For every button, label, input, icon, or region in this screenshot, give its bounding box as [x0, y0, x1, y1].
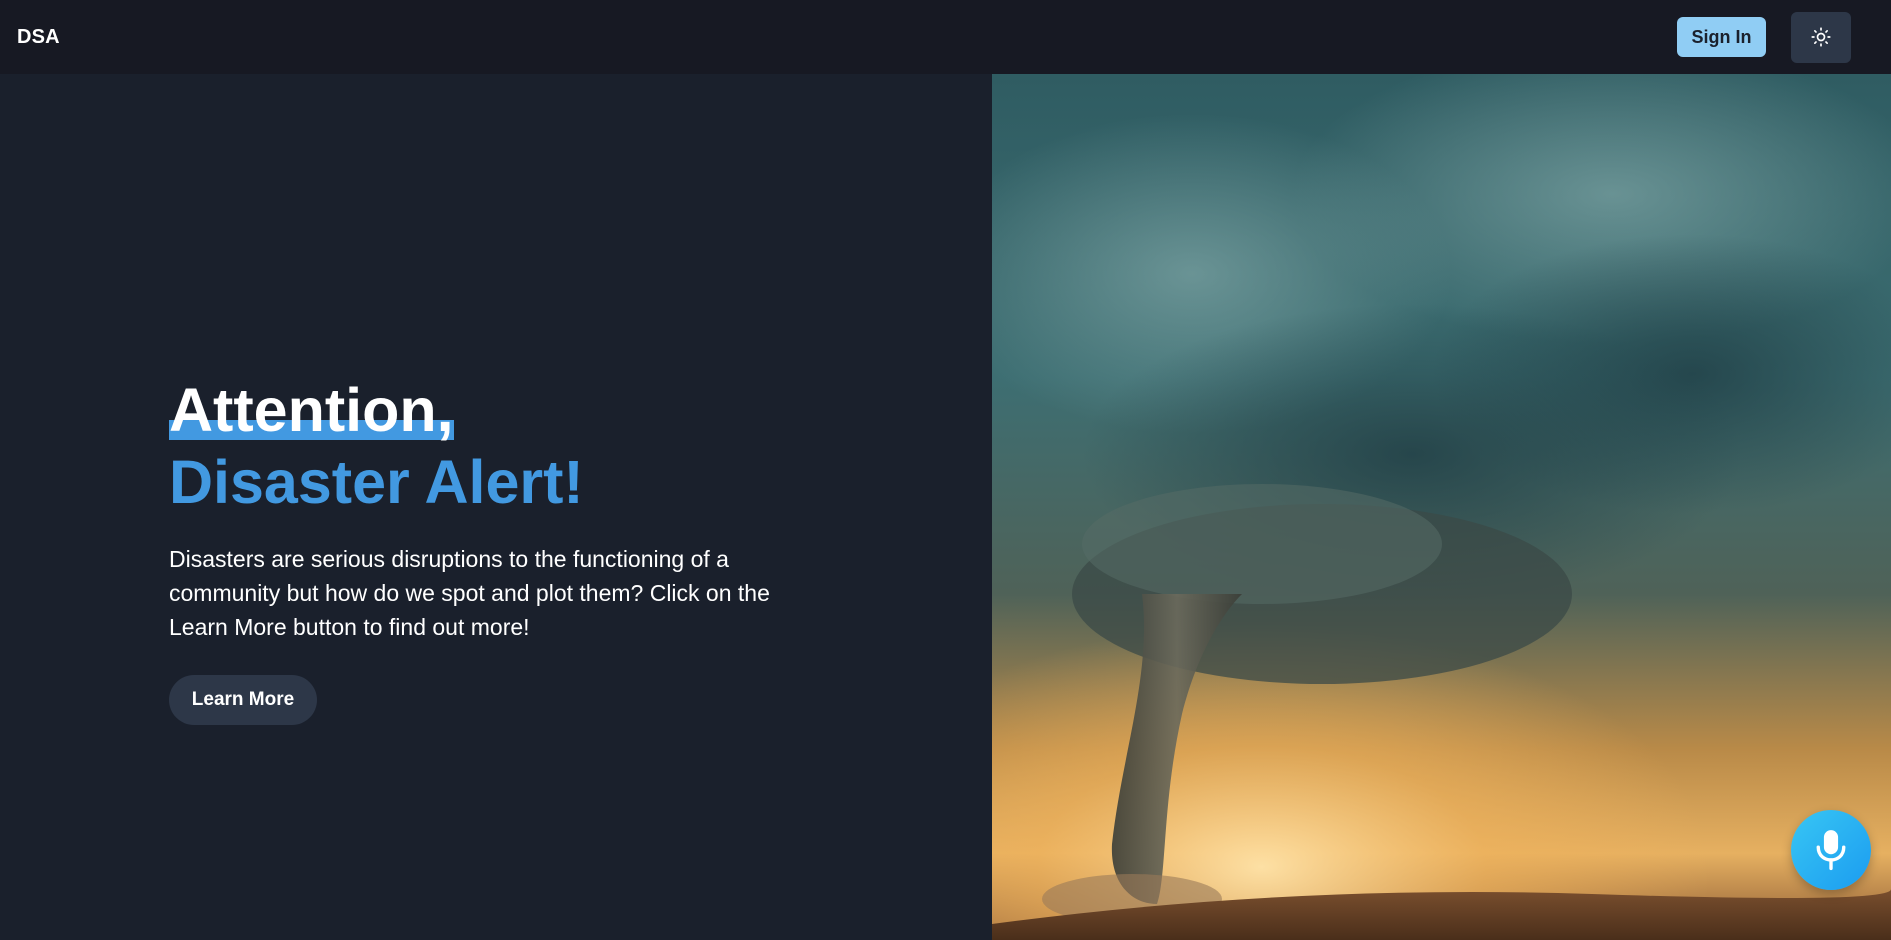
- microphone-icon: [1816, 830, 1846, 871]
- hero-title: Attention, Disaster Alert!: [169, 374, 584, 518]
- brand-logo[interactable]: DSA: [17, 26, 60, 49]
- sign-in-button[interactable]: Sign In: [1677, 17, 1766, 57]
- nav-actions: Sign In: [1677, 11, 1851, 63]
- tornado-hero-image: [992, 74, 1891, 940]
- sun-icon: [1811, 27, 1831, 47]
- learn-more-button[interactable]: Learn More: [169, 675, 317, 725]
- hero-text-panel: Attention, Disaster Alert! Disasters are…: [0, 74, 992, 940]
- hero-title-line1: Attention,: [169, 376, 454, 444]
- hero-title-line2: Disaster Alert!: [169, 448, 584, 516]
- hero-title-highlight: Attention,: [169, 374, 454, 446]
- navbar: DSA Sign In: [0, 0, 1891, 74]
- theme-toggle-button[interactable]: [1791, 11, 1851, 63]
- hero-description: Disasters are serious disruptions to the…: [169, 546, 770, 640]
- main-content: Attention, Disaster Alert! Disasters are…: [0, 74, 1891, 940]
- voice-assistant-button[interactable]: [1791, 810, 1871, 890]
